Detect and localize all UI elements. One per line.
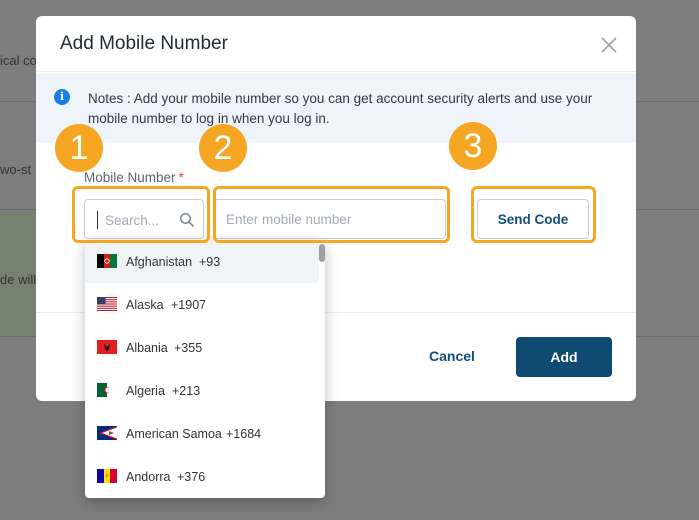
country-code: +1907 [171,298,207,312]
annotation-badge-1: 1 [55,124,103,172]
info-icon: i [54,89,70,105]
annotation-highlight-mobile-input [213,186,450,243]
cancel-button[interactable]: Cancel [414,338,490,374]
annotation-badge-2: 2 [199,124,247,172]
country-option[interactable]: Andorra +376 [85,455,319,498]
country-option[interactable]: Algeria +213 [85,369,319,412]
scrollbar[interactable] [319,244,325,262]
close-icon[interactable] [600,36,618,54]
flag-andorra-icon [97,469,117,483]
country-code: +376 [177,470,206,484]
country-name: Albania [126,341,168,355]
flag-albania-icon [97,340,117,354]
flag-american-samoa-icon [97,426,117,440]
country-dropdown[interactable]: Afghanistan +93 Alaska +1907 Albania +35… [85,240,325,498]
country-code: +93 [199,255,221,269]
country-code: +355 [174,341,203,355]
background-text: ical co [0,53,37,68]
country-name: Alaska [126,298,164,312]
required-mark: * [178,170,184,185]
country-name: Afghanistan [126,255,193,269]
dialog-title: Add Mobile Number [60,33,228,54]
annotation-highlight-country-search [72,186,210,243]
country-code: +1684 [226,427,262,441]
mobile-number-label: Mobile Number * [84,170,184,185]
country-option[interactable]: American Samoa +1684 [85,412,319,455]
add-button[interactable]: Add [516,337,612,377]
country-name: Andorra [126,470,171,484]
background-text: de will [0,272,37,287]
country-option[interactable]: Alaska +1907 [85,283,319,326]
flag-us-icon [97,297,117,311]
dialog-header: Add Mobile Number [36,16,636,72]
flag-afghanistan-icon [97,254,117,268]
background-text: wo-st [0,162,32,177]
country-name: American Samoa [126,427,222,441]
country-option[interactable]: Albania +355 [85,326,319,369]
country-option[interactable]: Afghanistan +93 [85,240,319,283]
flag-algeria-icon [97,383,117,397]
field-label-text: Mobile Number [84,170,176,185]
country-code: +213 [172,384,201,398]
country-name: Algeria [126,384,165,398]
info-note: i Notes : Add your mobile number so you … [36,73,636,143]
note-text: Notes : Add your mobile number so you ca… [88,91,593,126]
annotation-badge-3: 3 [449,122,497,170]
annotation-highlight-send-code [471,186,596,243]
